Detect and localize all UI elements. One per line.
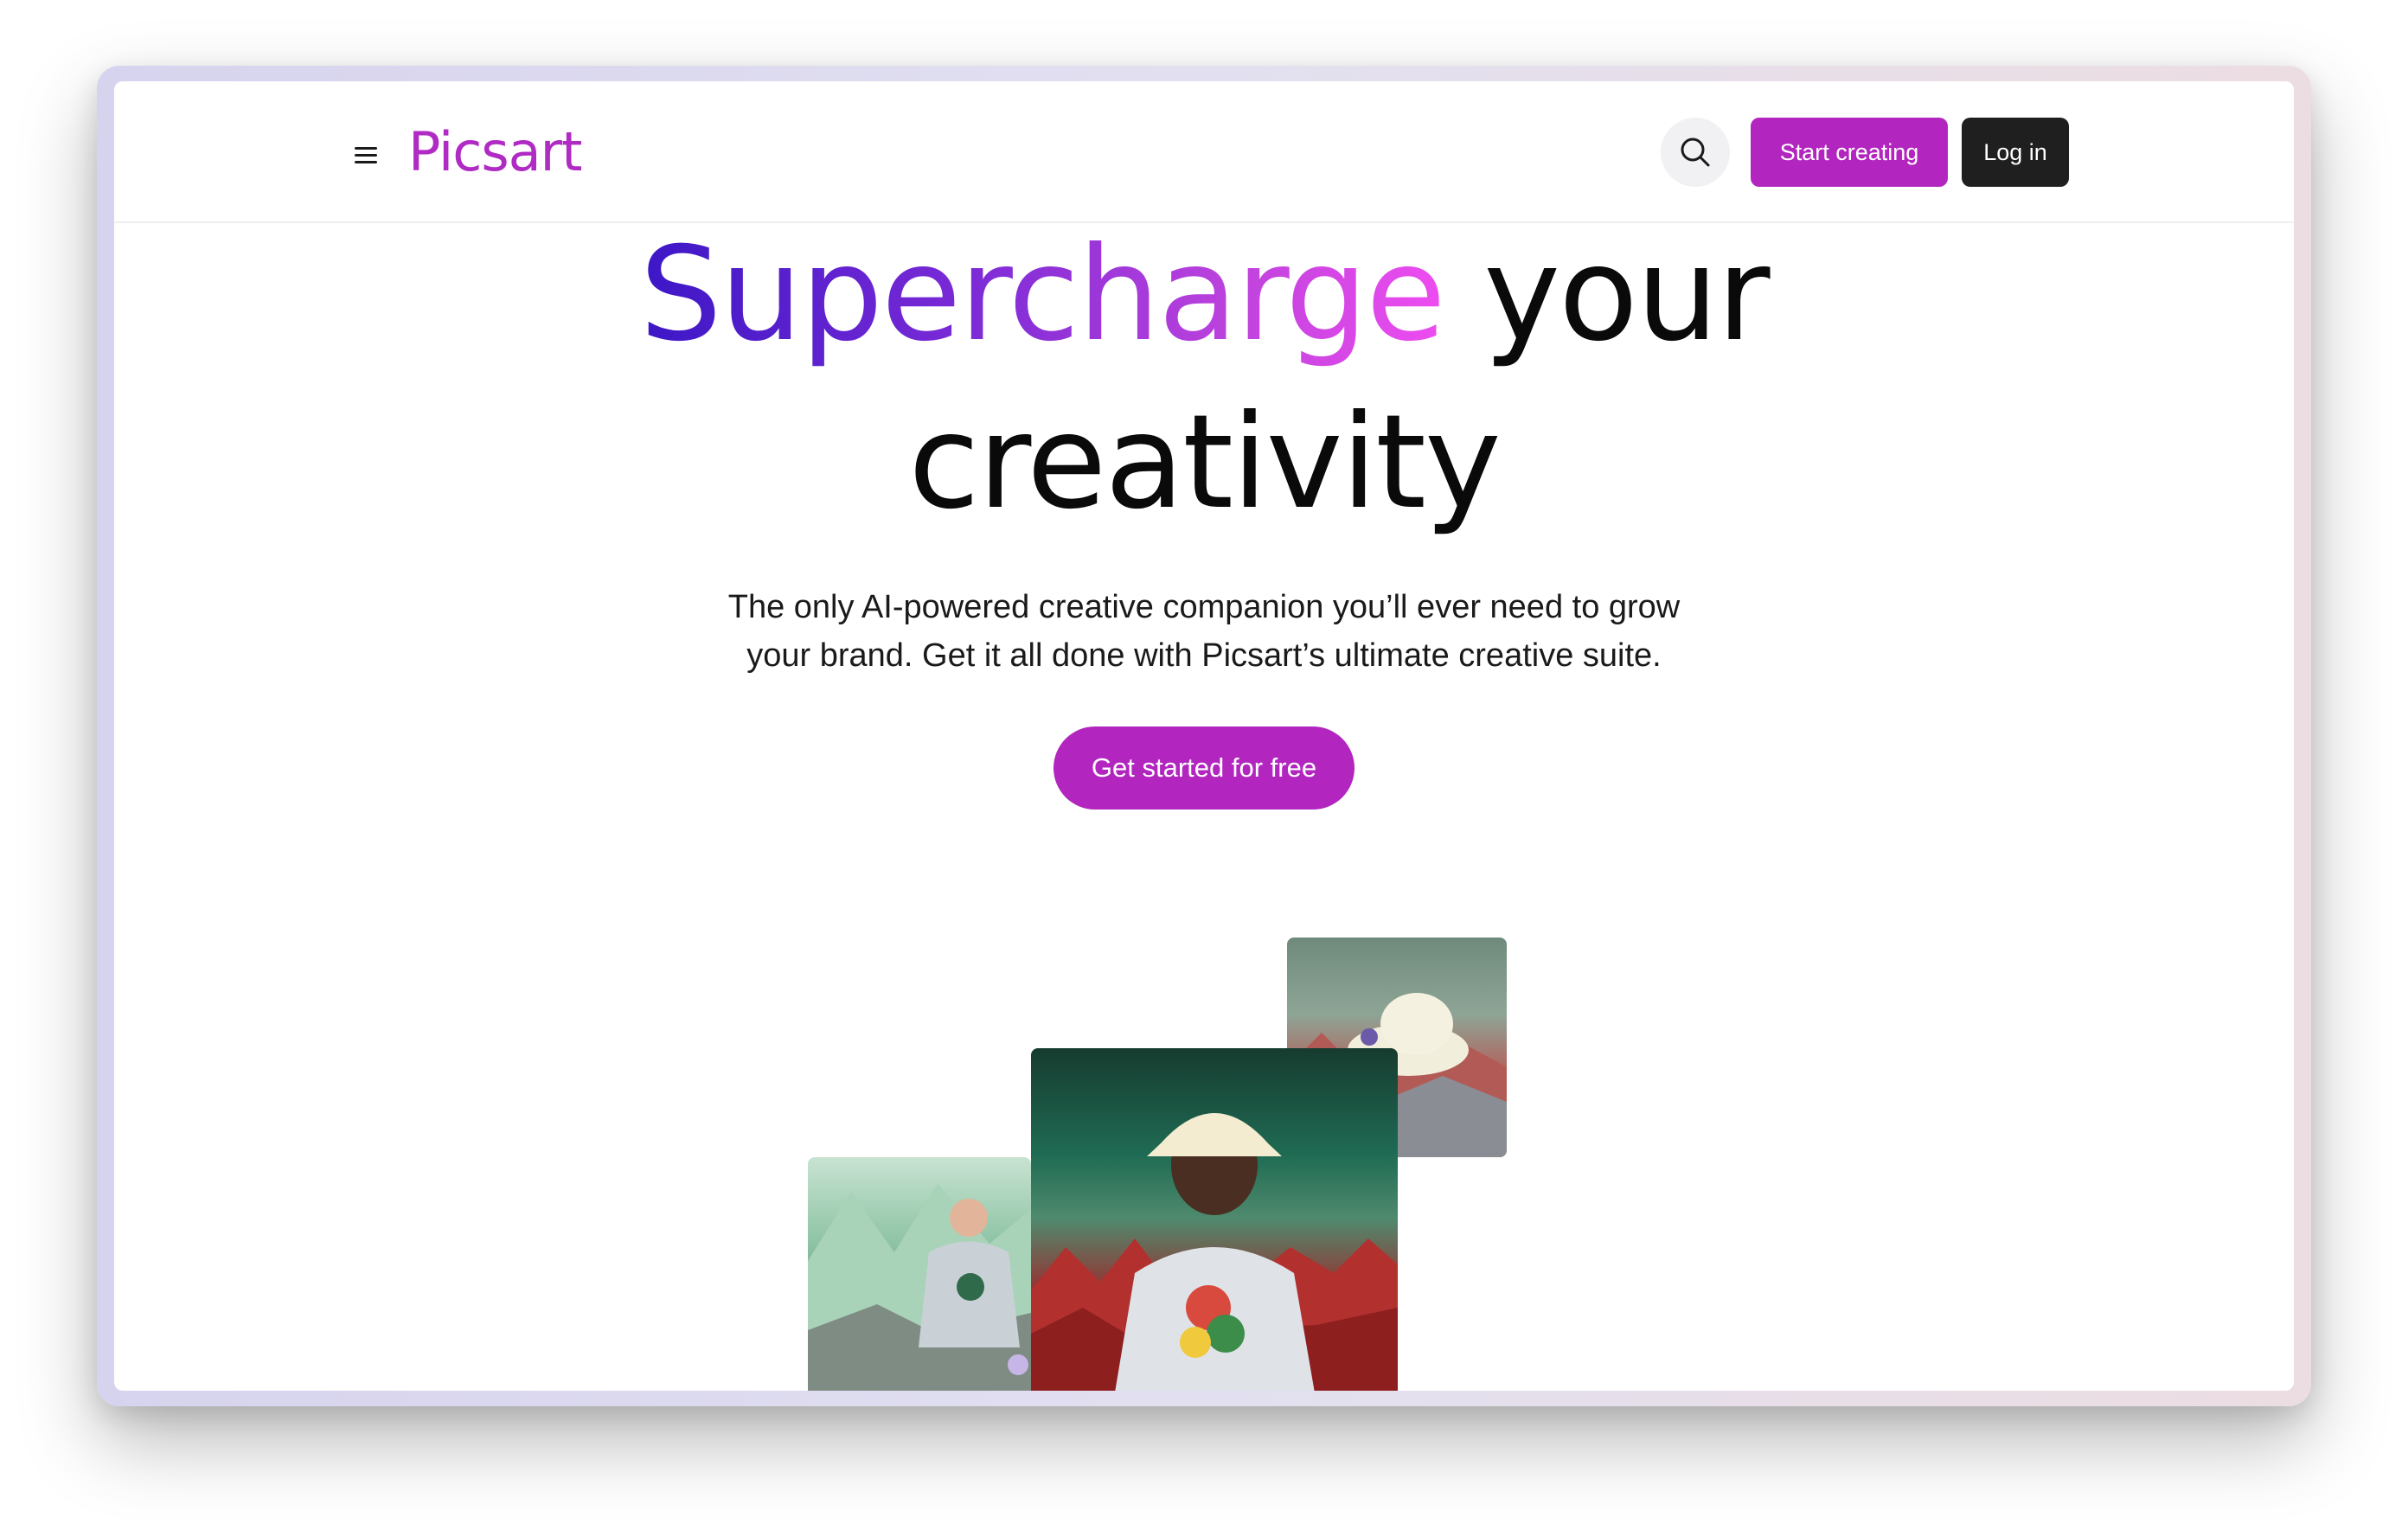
hero-title-line2: creativity — [908, 387, 1502, 538]
start-creating-button[interactable]: Start creating — [1751, 118, 1948, 187]
search-icon — [1681, 138, 1710, 167]
hero-title: Supercharge your creativity — [114, 211, 2294, 547]
browser-stage: Picsart Start creating Log in Supercharg… — [0, 0, 2408, 1536]
log-in-button[interactable]: Log in — [1962, 118, 2069, 187]
browser-window: Picsart Start creating Log in Supercharg… — [114, 81, 2294, 1391]
hero-title-highlight: Supercharge — [639, 220, 1445, 370]
get-started-button[interactable]: Get started for free — [1054, 726, 1354, 810]
picsart-logo[interactable]: Picsart — [408, 118, 582, 187]
man-bucket-hat-image — [1031, 1048, 1398, 1391]
hero-subtitle-line1: The only AI-powered creative companion y… — [727, 589, 1681, 625]
hero-subtitle: The only AI-powered creative companion y… — [685, 583, 1723, 680]
hamburger-menu-icon[interactable] — [355, 147, 377, 164]
woman-hoodie-image — [808, 1157, 1031, 1391]
top-navbar: Picsart Start creating Log in — [114, 81, 2294, 223]
hero-title-word: your — [1483, 220, 1770, 370]
hero-subtitle-line2: your brand. Get it all done with Picsart… — [746, 637, 1662, 674]
search-button[interactable] — [1661, 118, 1730, 187]
